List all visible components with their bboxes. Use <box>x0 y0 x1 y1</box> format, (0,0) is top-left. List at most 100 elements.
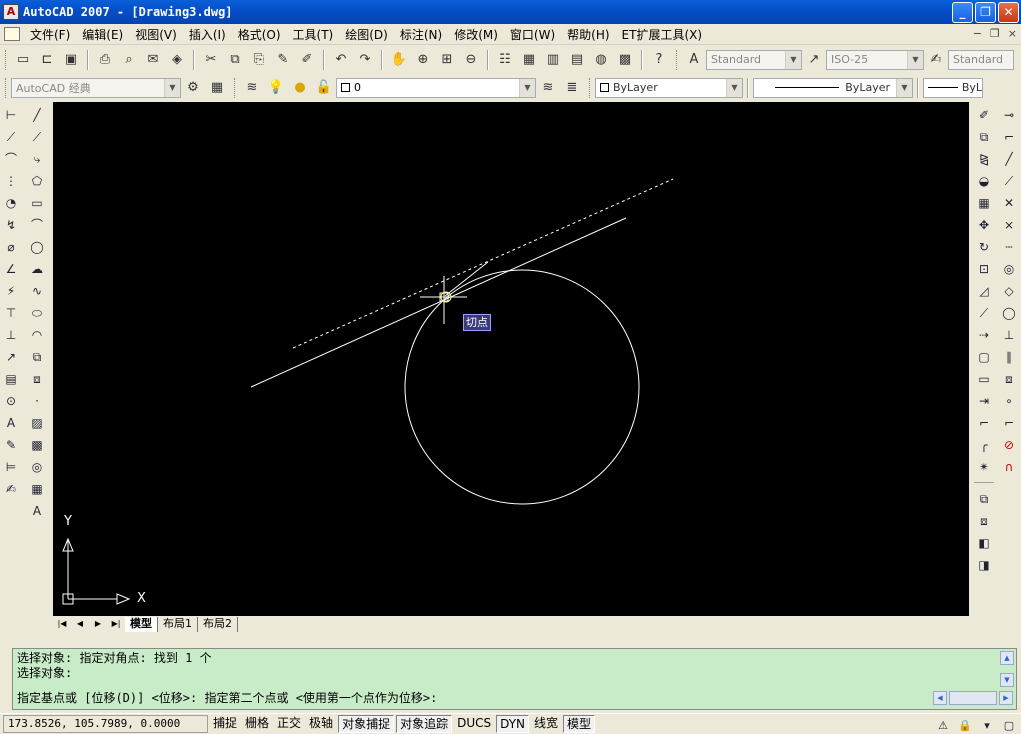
last-tab-icon[interactable]: ▶| <box>107 617 125 631</box>
make-layer-current-icon[interactable]: ≋ <box>537 77 559 99</box>
layer-freeze-icon[interactable]: ● <box>289 77 311 99</box>
mdi-close-button[interactable]: × <box>1008 27 1017 40</box>
snap-nearest-icon[interactable]: ⌐ <box>999 413 1019 433</box>
menu-express-tools[interactable]: ET扩展工具(X) <box>616 26 709 43</box>
region-icon[interactable]: ◎ <box>27 457 47 477</box>
first-tab-icon[interactable]: |◀ <box>53 617 71 631</box>
command-hscrollbar[interactable]: ◀ ▶ <box>933 691 1013 705</box>
sheet-set-icon[interactable]: ▤ <box>566 49 588 71</box>
radius-dimension-icon[interactable]: ◔ <box>1 193 21 213</box>
snap-extension-icon[interactable]: ┄ <box>999 237 1019 257</box>
revision-cloud-icon[interactable]: ☁ <box>27 259 47 279</box>
command-input[interactable]: 指定基点或 [位移(D)] <位移>: 指定第二个点或 <使用第一个点作为位移>… <box>13 689 933 707</box>
print-icon[interactable]: ⎙ <box>94 49 116 71</box>
continue-dimension-icon[interactable]: ⊥ <box>1 325 21 345</box>
new-icon[interactable]: ▭ <box>12 49 34 71</box>
coordinate-display[interactable]: 173.8526, 105.7989, 0.0000 <box>3 715 208 733</box>
restore-button[interactable]: ❐ <box>975 2 996 23</box>
toolbar-grip[interactable] <box>5 49 8 70</box>
menu-insert[interactable]: 插入(I) <box>183 26 232 43</box>
close-button[interactable]: ✕ <box>998 2 1019 23</box>
properties-icon[interactable]: ☷ <box>494 49 516 71</box>
dim-style-select[interactable]: ISO-25 ▼ <box>826 49 924 70</box>
explode-icon[interactable]: ✴ <box>974 457 994 477</box>
circle-icon[interactable]: ◯ <box>27 237 47 257</box>
toggle-snap[interactable]: 捕捉 <box>210 715 240 733</box>
menu-dimension[interactable]: 标注(N) <box>394 26 448 43</box>
scroll-down-icon[interactable]: ▼ <box>1000 673 1014 687</box>
snap-node-icon[interactable]: ∘ <box>999 391 1019 411</box>
snap-from-icon[interactable]: ⌐ <box>999 127 1019 147</box>
stretch-icon[interactable]: ◿ <box>974 281 994 301</box>
snap-none-icon[interactable]: ⊘ <box>999 435 1019 455</box>
draw-order-front-icon[interactable]: ⧉ <box>974 489 994 509</box>
menu-help[interactable]: 帮助(H) <box>561 26 615 43</box>
text-style-icon[interactable]: A <box>683 49 705 71</box>
angular-dimension-icon[interactable]: ∠ <box>1 259 21 279</box>
scroll-left-icon[interactable]: ◀ <box>933 691 947 705</box>
scale-icon[interactable]: ⊡ <box>974 259 994 279</box>
temporary-tracking-icon[interactable]: ⊸ <box>999 105 1019 125</box>
mdi-restore-button[interactable]: ❐ <box>990 27 1000 40</box>
osnap-settings-icon[interactable]: ∩ <box>999 457 1019 477</box>
multiline-text-icon[interactable]: A <box>27 501 47 521</box>
diameter-dimension-icon[interactable]: ⌀ <box>1 237 21 257</box>
dimension-text-edit-icon[interactable]: ✎ <box>1 435 21 455</box>
table-style-icon[interactable]: ✍ <box>925 49 947 71</box>
draw-order-back-icon[interactable]: ⧈ <box>974 511 994 531</box>
cut-icon[interactable]: ✂ <box>200 49 222 71</box>
chamfer-icon[interactable]: ⌐ <box>974 413 994 433</box>
snap-perpendicular-icon[interactable]: ⊥ <box>999 325 1019 345</box>
3d-dwf-icon[interactable]: ◈ <box>166 49 188 71</box>
redo-icon[interactable]: ↷ <box>354 49 376 71</box>
design-center-icon[interactable]: ▦ <box>518 49 540 71</box>
next-tab-icon[interactable]: ▶ <box>89 617 107 631</box>
mdi-minimize-button[interactable]: − <box>973 27 982 40</box>
menu-format[interactable]: 格式(O) <box>232 26 287 43</box>
prev-tab-icon[interactable]: ◀ <box>71 617 89 631</box>
tolerance-icon[interactable]: ▤ <box>1 369 21 389</box>
construction-line-icon[interactable]: ⟋ <box>27 127 47 147</box>
color-select[interactable]: ByLayer ▼ <box>595 77 743 98</box>
open-icon[interactable]: ⊏ <box>36 49 58 71</box>
block-editor-icon[interactable]: ✐ <box>296 49 318 71</box>
pan-icon[interactable]: ✋ <box>388 49 410 71</box>
menu-edit[interactable]: 编辑(E) <box>76 26 129 43</box>
save-icon[interactable]: ▣ <box>60 49 82 71</box>
send-under-icon[interactable]: ◨ <box>974 555 994 575</box>
menu-tools[interactable]: 工具(T) <box>287 26 340 43</box>
table-style-select[interactable]: Standard <box>948 49 1014 70</box>
workspace-settings-icon[interactable]: ⚙ <box>182 77 204 99</box>
tab-layout2[interactable]: 布局2 <box>198 616 238 632</box>
my-workspace-icon[interactable]: ▦ <box>206 77 228 99</box>
snap-center-icon[interactable]: ◎ <box>999 259 1019 279</box>
match-properties-icon[interactable]: ✎ <box>272 49 294 71</box>
minimize-button[interactable]: _ <box>952 2 973 23</box>
dimension-edit-icon[interactable]: A <box>1 413 21 433</box>
dimension-style-icon[interactable]: ✍ <box>1 479 21 499</box>
copy-object-icon[interactable]: ⧉ <box>974 127 994 147</box>
toggle-osnap[interactable]: 对象捕捉 <box>338 715 395 733</box>
hatch-icon[interactable]: ▨ <box>27 413 47 433</box>
publish-icon[interactable]: ✉ <box>142 49 164 71</box>
snap-quadrant-icon[interactable]: ◇ <box>999 281 1019 301</box>
join-icon[interactable]: ⇥ <box>974 391 994 411</box>
rectangle-icon[interactable]: ▭ <box>27 193 47 213</box>
point-icon[interactable]: · <box>27 391 47 411</box>
comm-center-icon[interactable]: ⚠ <box>935 717 951 733</box>
workspace-select[interactable]: AutoCAD 经典 ▼ <box>11 77 181 98</box>
linetype-select[interactable]: ByLayer ▼ <box>753 77 913 98</box>
erase-icon[interactable]: ✐ <box>974 105 994 125</box>
zoom-window-icon[interactable]: ⊞ <box>436 49 458 71</box>
help-icon[interactable]: ? <box>648 49 670 71</box>
snap-midpoint-icon[interactable]: ⟋ <box>999 171 1019 191</box>
lock-icon[interactable]: 🔒 <box>957 717 973 733</box>
undo-icon[interactable]: ↶ <box>330 49 352 71</box>
extend-icon[interactable]: ⇢ <box>974 325 994 345</box>
table-icon[interactable]: ▦ <box>27 479 47 499</box>
layer-properties-icon[interactable]: ≋ <box>241 77 263 99</box>
autocad-app-icon[interactable]: A <box>3 4 19 20</box>
break-icon[interactable]: ▭ <box>974 369 994 389</box>
jogged-dimension-icon[interactable]: ↯ <box>1 215 21 235</box>
spline-icon[interactable]: ∿ <box>27 281 47 301</box>
